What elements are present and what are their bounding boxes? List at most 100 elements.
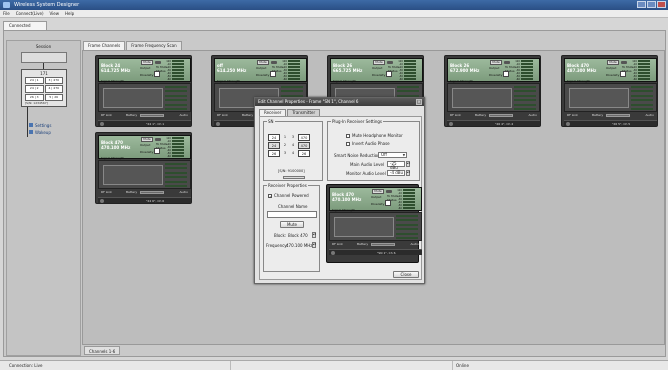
meter-bar (404, 60, 416, 63)
grid-cell: 2 (283, 143, 287, 147)
meter-row: -60 (164, 78, 188, 81)
invert-phase-checkbox[interactable] (346, 142, 350, 146)
meter-bar (172, 137, 184, 140)
channel-powered-row[interactable]: Channel Powered (268, 193, 309, 198)
gear-icon[interactable] (100, 199, 104, 203)
card-graph (564, 83, 657, 112)
meter-row: -60 (396, 78, 420, 81)
channel-name-input[interactable] (267, 211, 317, 218)
monitor-audio-field[interactable]: -4 dBu (387, 170, 405, 176)
scale-bar (631, 99, 653, 102)
gear-icon[interactable] (449, 122, 453, 126)
gear-icon[interactable] (216, 122, 220, 126)
grid-cell[interactable]: 26 (268, 150, 280, 157)
battery-icon (140, 191, 164, 194)
gear-icon[interactable] (100, 122, 104, 126)
menu-connect[interactable]: Connect(Live) (16, 10, 44, 17)
tab-frame-frequency-scan[interactable]: Frame Frequency Scan (126, 41, 182, 50)
card-mute-button[interactable]: Mute (141, 60, 153, 65)
grid-cell[interactable]: 24 (268, 134, 280, 141)
wakeup-icon (29, 130, 33, 134)
card-frequency: 672.900 MHz (450, 67, 480, 73)
tab-transmitter[interactable]: Transmitter (287, 109, 321, 116)
channel-card[interactable]: Block 26 672.900 MHz Mute Output To Mute… (444, 55, 541, 127)
grid-cell[interactable]: 470 (298, 142, 310, 149)
status-bar: Connection: Live Online (0, 360, 668, 370)
frame-node[interactable]: 171 24 | 1 3 | 470 24 | 2 4 | 470 26 | 3… (21, 69, 67, 107)
session-frame-box[interactable] (21, 52, 67, 63)
mute-headphone-row[interactable]: Mute Headphone Monitor (346, 133, 403, 138)
meter-bar (288, 72, 300, 75)
settings-link[interactable]: Settings (29, 123, 51, 128)
main-audio-field[interactable]: -25 dBu (387, 161, 405, 170)
meter-bar (288, 75, 300, 78)
sn-caption: SN (267, 119, 275, 124)
grid-cell[interactable]: 26 (298, 150, 310, 157)
smart-noise-label: Smart Noise Reduction (334, 153, 380, 158)
scale-bar (165, 176, 187, 179)
maximize-button[interactable] (647, 1, 656, 8)
card-signal-strength-label: Signal Strength (567, 79, 591, 83)
scale-bar (397, 90, 419, 93)
monitor-audio-value: -4 dBu (390, 170, 404, 175)
close-dialog-button[interactable]: Close (393, 271, 419, 278)
wakeup-link[interactable]: Wakeup (29, 130, 51, 135)
gear-icon[interactable] (331, 251, 335, 255)
meter-value: -60 (632, 77, 637, 81)
tab-frame-channels[interactable]: Frame Channels (83, 41, 126, 50)
meter-bar (403, 198, 415, 201)
minimize-button[interactable] (637, 1, 646, 8)
preview-channel-card[interactable]: Block 470 470.100 MHz Mute Output To Mut… (326, 184, 422, 263)
grid-cell[interactable]: 470 (298, 134, 310, 141)
smart-noise-dropdown[interactable]: Off ▼ (378, 152, 407, 158)
card-mute-button[interactable]: Mute (490, 60, 502, 65)
menu-help[interactable]: Help (65, 10, 74, 17)
card-mute-button[interactable]: Mute (373, 60, 385, 65)
meter-bar (172, 72, 184, 75)
gear-icon[interactable] (566, 122, 570, 126)
plugin-settings-group: Plug-In Receiver Settings Mute Headphone… (327, 119, 420, 181)
tab-channels-1-6[interactable]: Channels 1-6 (84, 346, 121, 355)
meter-bar (172, 63, 184, 66)
channel-powered-checkbox[interactable] (268, 194, 272, 198)
grid-cell[interactable]: 24 (268, 142, 280, 149)
menu-view[interactable]: View (50, 10, 60, 17)
monitor-audio-spinner[interactable]: ▴▾ (406, 170, 410, 176)
meter-bar (404, 72, 416, 75)
meter-bar (521, 66, 533, 69)
frame-grid-cell: 24 | 1 (25, 77, 44, 85)
card-mute-button[interactable]: Mute (257, 60, 269, 65)
close-button[interactable] (657, 1, 666, 8)
channel-card[interactable]: Block 470 487.300 MHz Mute Output To Mut… (561, 55, 658, 127)
card-output-label: Output (140, 143, 151, 147)
meter-value: -60 (397, 206, 402, 210)
channel-card[interactable]: Block 470 470.100 MHz Mute Output To Mut… (95, 132, 192, 204)
card-display: off 614.250 MHz Mute Output To Mute Stat… (214, 58, 307, 83)
block-spinner[interactable]: ▴▾ (312, 232, 316, 238)
scale-bar (631, 86, 653, 88)
mute-button[interactable]: Mute (280, 221, 304, 228)
main-audio-spinner[interactable]: ▴▾ (406, 161, 410, 167)
sn-slider[interactable] (283, 176, 305, 179)
meter-bar (403, 207, 415, 210)
card-mute-button[interactable]: Mute (372, 189, 384, 194)
card-frequency: 614.250 MHz (217, 67, 247, 73)
card-level-meter: 120 -10 -20 -30 -40 -50 -60 (164, 137, 188, 159)
card-mute-button[interactable]: Mute (141, 137, 153, 142)
card-indicator (387, 61, 393, 64)
menu-file[interactable]: File (3, 10, 10, 17)
tab-receiver[interactable]: Receiver (259, 109, 287, 116)
card-graph-plot (103, 165, 163, 185)
card-output-label: Output (606, 66, 617, 70)
invert-phase-row[interactable]: Invert Audio Phase (346, 141, 390, 146)
card-graph-scale (514, 86, 536, 110)
meter-bar (521, 72, 533, 75)
mute-headphone-checkbox[interactable] (346, 134, 350, 138)
scale-bar (165, 107, 187, 110)
dialog-close-icon[interactable]: × (416, 99, 422, 105)
frequency-spinner[interactable]: ▴▾ (312, 242, 316, 248)
plugin-caption: Plug-In Receiver Settings (331, 119, 384, 124)
channel-card[interactable]: Block 24 614.725 MHz Mute Output To Mute… (95, 55, 192, 127)
tab-connected[interactable]: Connected (3, 21, 47, 30)
card-mute-button[interactable]: Mute (607, 60, 619, 65)
